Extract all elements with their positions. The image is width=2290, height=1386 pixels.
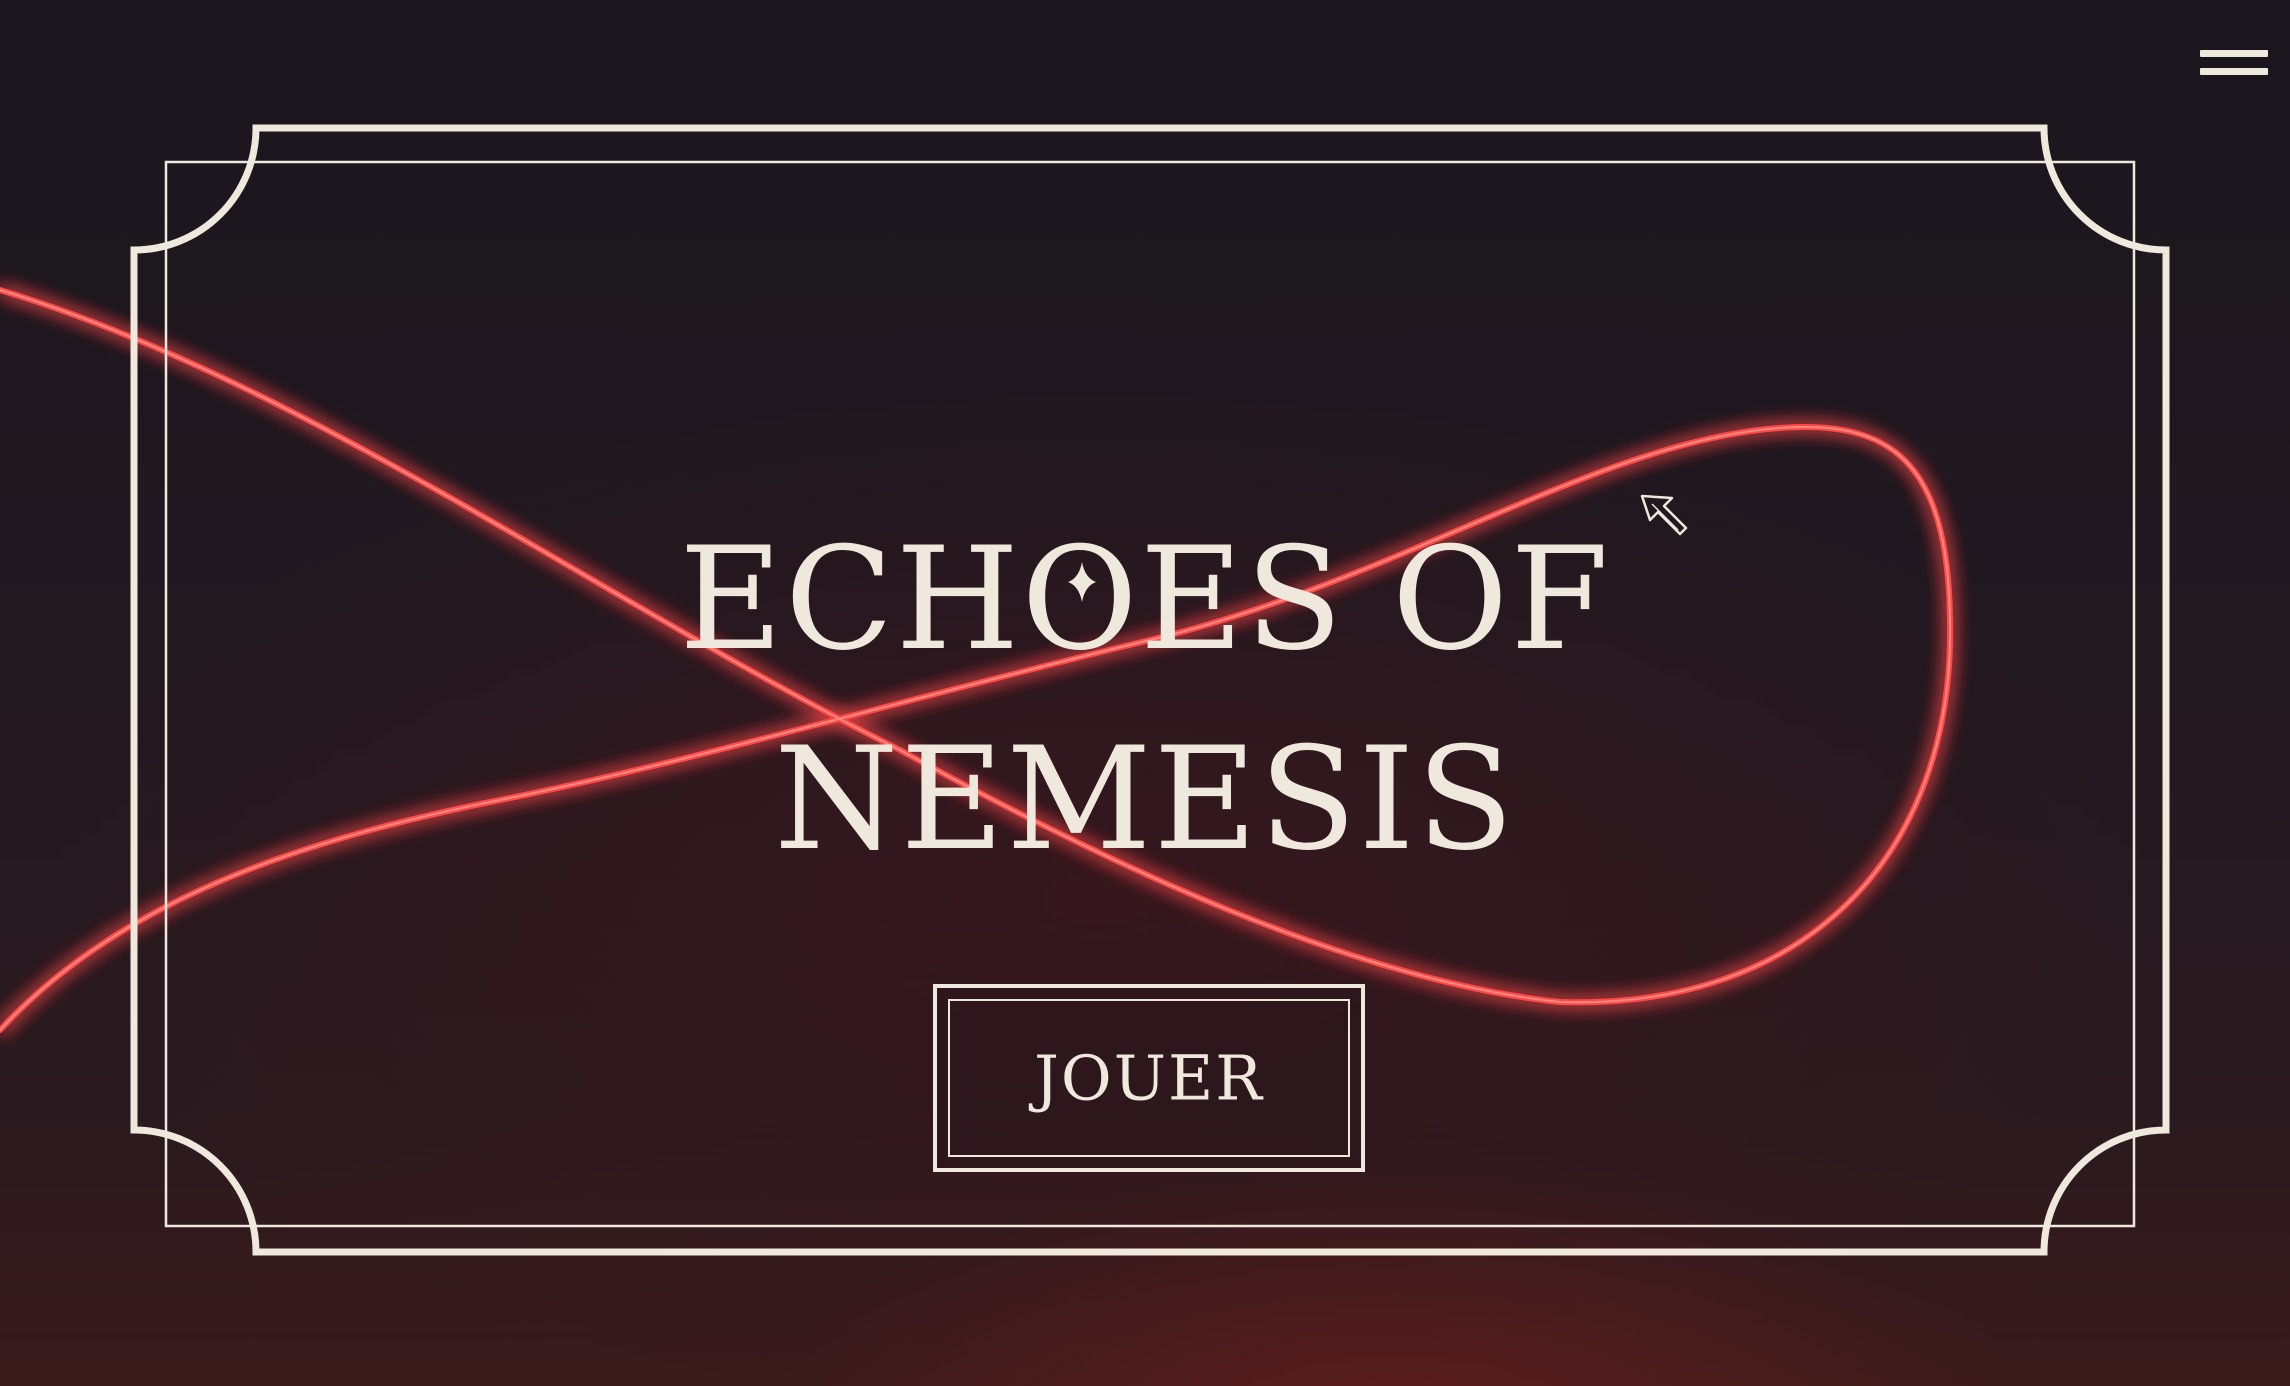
title-screen-background: ECHOES OF NEMESIS JOUER xyxy=(0,0,2290,1386)
play-button-label: JOUER xyxy=(1034,1041,1264,1115)
game-title-line-2: NEMESIS xyxy=(774,717,1516,882)
hamburger-menu-icon xyxy=(2200,50,2268,57)
play-button[interactable]: JOUER xyxy=(933,984,1365,1172)
menu-button[interactable] xyxy=(2196,46,2272,86)
game-title: ECHOES OF NEMESIS xyxy=(620,500,1670,882)
hamburger-menu-icon-bar xyxy=(2200,68,2268,75)
game-title-line-1: ECHOES OF xyxy=(679,517,1611,682)
